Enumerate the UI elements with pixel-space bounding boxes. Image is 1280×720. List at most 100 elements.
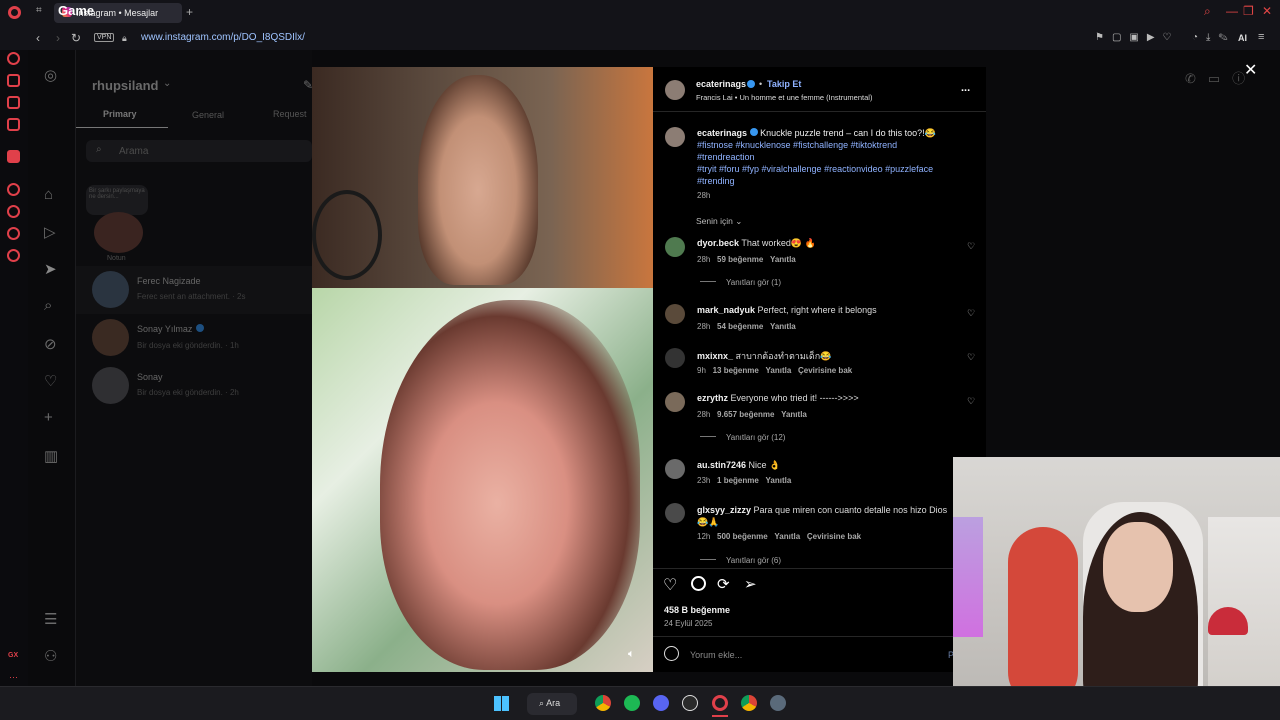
tab-general[interactable]: General <box>192 110 224 120</box>
reply-button[interactable]: Yanıtla <box>781 410 807 419</box>
inbox-username[interactable]: rhupsiland <box>92 78 158 93</box>
chrome-profile-icon[interactable] <box>741 695 757 711</box>
comment-avatar[interactable] <box>665 392 685 412</box>
follow-button[interactable]: Takip Et <box>767 79 801 89</box>
comment-avatar[interactable] <box>665 503 685 523</box>
news-icon[interactable] <box>7 96 20 109</box>
instagram-logo-icon[interactable]: ◎ <box>44 66 57 84</box>
like-icon[interactable]: ♡ <box>663 575 677 595</box>
emoji-icon[interactable] <box>664 646 679 661</box>
tab-requests[interactable]: Request <box>273 109 307 119</box>
spotify-icon[interactable] <box>624 695 640 711</box>
maximize-button[interactable]: ❐ <box>1243 4 1254 18</box>
like-count[interactable]: 458 B beğenme <box>664 605 730 615</box>
opera-logo-icon[interactable] <box>8 6 21 19</box>
close-modal-icon[interactable]: ✕ <box>1244 60 1257 80</box>
comment-likes[interactable]: 59 beğenme <box>717 255 763 264</box>
settings-icon[interactable] <box>7 249 20 262</box>
own-avatar[interactable] <box>94 212 143 253</box>
comment-like-icon[interactable]: ♡ <box>967 241 975 252</box>
chevron-down-icon[interactable]: ⌄ <box>163 78 171 89</box>
reels-icon[interactable]: ▷ <box>44 223 56 241</box>
comment-icon[interactable] <box>691 576 706 591</box>
caption-hashtags[interactable]: #trending <box>697 176 735 186</box>
more-options-button[interactable]: ... <box>961 82 970 94</box>
settings-gear-icon[interactable] <box>770 695 786 711</box>
comment-likes[interactable]: 54 beğenme <box>717 322 763 331</box>
comment-user[interactable]: mark_nadyuk <box>697 305 755 315</box>
more-menu-icon[interactable]: ☰ <box>44 610 57 628</box>
comment-user[interactable]: glxsyy_zizzy <box>697 505 751 515</box>
author-name[interactable]: ecaterinags <box>696 79 746 89</box>
caption-author[interactable]: ecaterinags <box>697 128 747 138</box>
comment-input[interactable]: Yorum ekle... <box>690 650 742 660</box>
translate-button[interactable]: Çevirisine bak <box>798 366 852 375</box>
notifications-icon[interactable]: ♡ <box>44 372 57 390</box>
tab-primary[interactable]: Primary <box>103 109 137 119</box>
comment-user[interactable]: au.stin7246 <box>697 460 746 470</box>
comment-likes[interactable]: 13 beğenme <box>713 366 759 375</box>
view-replies[interactable]: Yanıtları gör (1) <box>700 278 781 287</box>
toolbar-icons[interactable]: ⚑▢▣▶♡ <box>1095 32 1180 43</box>
repost-icon[interactable]: ⟳ <box>717 575 730 593</box>
create-icon[interactable]: + <box>44 409 53 426</box>
url-field[interactable]: www.instagram.com/p/DO_I8QSDIlx/ <box>141 32 305 43</box>
search-nav-icon[interactable]: ⌕ <box>44 297 52 314</box>
minimize-button[interactable]: — <box>1226 4 1238 18</box>
volume-icon[interactable]: 🔈︎ <box>628 648 635 661</box>
comment-user[interactable]: ezrythz <box>697 393 728 403</box>
explore-icon[interactable]: ⊘ <box>44 335 57 353</box>
forward-icon[interactable]: › <box>56 31 60 45</box>
extensions-icon[interactable] <box>7 227 20 240</box>
sort-dropdown[interactable]: Senin için ⌄ <box>696 216 742 227</box>
player-icon[interactable] <box>7 183 20 196</box>
new-tab-button[interactable]: + <box>186 5 193 19</box>
back-icon[interactable]: ‹ <box>36 31 40 45</box>
caption-hashtags[interactable]: #trendreaction <box>697 152 755 162</box>
comment-likes[interactable]: 9.657 beğenme <box>717 410 774 419</box>
comment-like-icon[interactable]: ♡ <box>967 308 975 319</box>
comment-user[interactable]: dyor.beck <box>697 238 739 248</box>
comment-user[interactable]: mxixnx_ <box>697 351 733 361</box>
speed-dial-icon[interactable] <box>7 52 20 65</box>
comment-avatar[interactable] <box>665 348 685 368</box>
reply-button[interactable]: Yanıtla <box>770 255 796 264</box>
comment-avatar[interactable] <box>665 304 685 324</box>
twitch-icon[interactable] <box>7 150 20 163</box>
view-replies[interactable]: Yanıtları gör (12) <box>700 433 785 442</box>
home-icon[interactable]: ⌂ <box>44 186 53 203</box>
comment-like-icon[interactable]: ♡ <box>967 352 975 363</box>
workspace-icon[interactable]: ⌗ <box>36 5 42 16</box>
comment-avatar[interactable] <box>665 459 685 479</box>
comment-likes[interactable]: 500 beğenme <box>717 532 768 541</box>
gx-badge[interactable]: GX <box>8 652 18 659</box>
ai-button[interactable]: AI <box>1238 33 1247 43</box>
taskbar-search[interactable]: ⌕ Ara <box>527 693 577 715</box>
dashboard-icon[interactable]: ▥ <box>44 447 58 465</box>
comment-avatar[interactable] <box>665 237 685 257</box>
windows-start-icon[interactable] <box>494 696 509 711</box>
vpn-badge[interactable]: VPN <box>94 33 115 42</box>
messages-icon[interactable]: ➤ <box>44 260 57 278</box>
discord-icon[interactable] <box>653 695 669 711</box>
menu-icon[interactable]: ≡ <box>1258 31 1264 43</box>
more-icon[interactable]: ⋯ <box>9 672 18 683</box>
history-icon[interactable] <box>7 205 20 218</box>
reply-button[interactable]: Yanıtla <box>770 322 796 331</box>
reply-button[interactable]: Yanıtla <box>774 532 800 541</box>
reply-button[interactable]: Yanıtla <box>766 476 792 485</box>
author-avatar[interactable] <box>665 80 685 100</box>
note-bubble[interactable]: Bir şarkı paylaşmaya ne dersin... <box>86 185 148 215</box>
comment-likes[interactable]: 1 beğenme <box>717 476 759 485</box>
messenger-icon[interactable] <box>7 118 20 131</box>
threads-icon[interactable]: ⚇ <box>44 647 57 665</box>
audio-track[interactable]: Francis Lai • Un homme et une femme (Ins… <box>696 93 872 102</box>
caption-avatar[interactable] <box>665 127 685 147</box>
share-icon[interactable]: ➢ <box>744 575 757 593</box>
reply-button[interactable]: Yanıtla <box>766 366 792 375</box>
comment-like-icon[interactable]: ♡ <box>967 396 975 407</box>
toolbar-icons-right[interactable]: ◔⤓✎ <box>1192 32 1236 43</box>
reload-icon[interactable]: ↻ <box>71 31 81 45</box>
opera-gx-icon[interactable] <box>712 695 728 711</box>
gx-control-icon[interactable] <box>7 74 20 87</box>
